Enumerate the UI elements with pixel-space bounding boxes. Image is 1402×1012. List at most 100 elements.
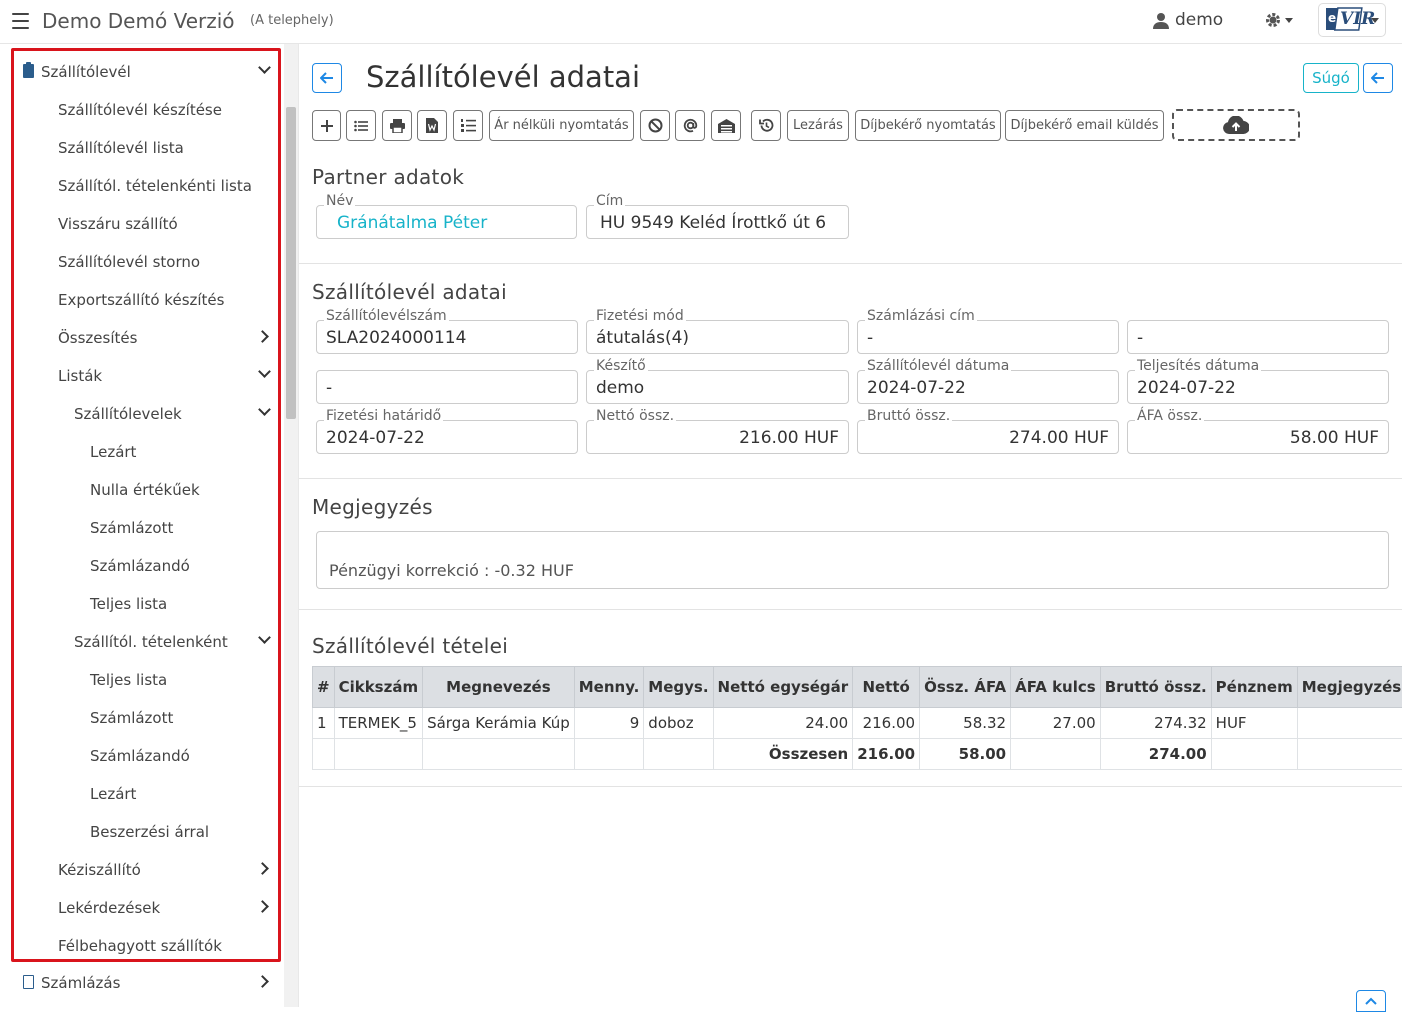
column-header[interactable]: Bruttó össz.: [1100, 667, 1211, 708]
table-cell: doboz: [644, 708, 713, 739]
table-cell: HUF: [1211, 708, 1297, 739]
plus-icon: [321, 120, 333, 132]
partner-address-field[interactable]: Cím HU 9549 Keléd Írottkő út 6: [586, 205, 849, 239]
numbered-list-icon: [461, 119, 476, 132]
gross-total-field[interactable]: Bruttó össz. 274.00 HUF: [857, 420, 1119, 454]
column-header[interactable]: Nettó: [853, 667, 920, 708]
back-button[interactable]: [312, 63, 342, 93]
column-header[interactable]: Pénznem: [1211, 667, 1297, 708]
totals-cell: [574, 739, 644, 770]
extra-field-1[interactable]: -: [1127, 320, 1389, 354]
totals-cell: [1297, 739, 1402, 770]
totals-cell: [644, 739, 713, 770]
note-text: Pénzügyi korrekció : -0.32 HUF: [329, 561, 574, 580]
field-label: Fizetési határidő: [324, 408, 443, 424]
company-logo-menu[interactable]: e VIR: [1318, 3, 1386, 37]
print-button[interactable]: [382, 110, 412, 141]
column-header[interactable]: Menny.: [574, 667, 644, 708]
column-header[interactable]: Megys.: [644, 667, 713, 708]
delivery-date-field[interactable]: Szállítólevél dátuma 2024-07-22: [857, 370, 1119, 404]
sidebar-scrollbar[interactable]: [284, 44, 298, 1007]
fee-request-email-button[interactable]: Díjbekérő email küldés: [1005, 110, 1164, 141]
partner-name-link[interactable]: Gránátalma Péter: [337, 213, 487, 233]
table-cell: 24.00: [713, 708, 853, 739]
file-upload-dropzone[interactable]: [1172, 109, 1300, 141]
column-header[interactable]: ÁFA kulcs: [1011, 667, 1101, 708]
fulfilment-date-field[interactable]: Teljesítés dátuma 2024-07-22: [1127, 370, 1389, 404]
history-button[interactable]: [751, 110, 781, 141]
column-header[interactable]: Cikkszám: [334, 667, 423, 708]
field-value: átutalás(4): [596, 328, 689, 348]
column-header[interactable]: Megjegyzés: [1297, 667, 1402, 708]
field-label: Fizetési mód: [594, 308, 686, 324]
divider: [299, 786, 1402, 787]
back-button-right[interactable]: [1363, 63, 1393, 93]
user-menu[interactable]: demo: [1153, 10, 1223, 30]
table-cell: 9: [574, 708, 644, 739]
chevron-right-icon: [256, 975, 269, 988]
net-total-field[interactable]: Nettó össz. 216.00 HUF: [586, 420, 849, 454]
table-cell: TERMEK_5: [334, 708, 423, 739]
totals-row: Összesen216.0058.00274.00: [313, 739, 1402, 770]
vat-total-field[interactable]: ÁFA össz. 58.00 HUF: [1127, 420, 1389, 454]
warehouse-button[interactable]: [711, 110, 741, 141]
at-sign-icon: [683, 118, 698, 133]
totals-cell: [423, 739, 575, 770]
payment-due-field[interactable]: Fizetési határidő 2024-07-22: [316, 420, 578, 454]
numbered-list-button[interactable]: [453, 110, 483, 141]
field-value: -: [867, 328, 873, 348]
fee-request-print-button[interactable]: Díjbekérő nyomtatás: [855, 110, 1001, 141]
field-value: HU 9549 Keléd Írottkő út 6: [600, 213, 826, 233]
column-header[interactable]: Megnevezés: [423, 667, 575, 708]
close-document-button[interactable]: Lezárás: [787, 110, 849, 141]
gear-icon: [1264, 11, 1282, 29]
note-box[interactable]: Pénzügyi korrekció : -0.32 HUF: [316, 531, 1389, 589]
items-table: #CikkszámMegnevezésMenny.Megys.Nettó egy…: [312, 666, 1402, 770]
ban-icon: [648, 118, 663, 133]
table-cell: 1: [313, 708, 335, 739]
field-label: Számlázási cím: [865, 308, 977, 324]
field-label: ÁFA össz.: [1135, 408, 1204, 424]
field-value: -: [326, 378, 332, 398]
items-section-title: Szállítólevél tételei: [312, 634, 508, 658]
word-export-button[interactable]: [417, 110, 447, 141]
hamburger-menu-icon[interactable]: [12, 13, 29, 29]
creator-field[interactable]: Készítő demo: [586, 370, 849, 404]
scrollbar-thumb[interactable]: [286, 107, 296, 419]
totals-cell: 58.00: [920, 739, 1011, 770]
column-header[interactable]: Nettó egységár: [713, 667, 853, 708]
partner-name-field[interactable]: Név Gránátalma Péter: [316, 205, 577, 239]
field-label: Nettó össz.: [594, 408, 676, 424]
evir-logo: e VIR: [1325, 7, 1365, 33]
note-section-title: Megjegyzés: [312, 495, 433, 519]
totals-cell: 216.00: [853, 739, 920, 770]
column-header[interactable]: #: [313, 667, 335, 708]
totals-cell: [1211, 739, 1297, 770]
billing-address-field[interactable]: Számlázási cím -: [857, 320, 1119, 354]
extra-field-2[interactable]: -: [316, 370, 578, 404]
print-without-price-button[interactable]: Ár nélküli nyomtatás: [489, 110, 634, 141]
delivery-section-title: Szállítólevél adatai: [312, 280, 507, 304]
field-label: Készítő: [594, 358, 648, 374]
delivery-number-field[interactable]: Szállítólevélszám SLA2024000114: [316, 320, 578, 354]
email-button[interactable]: [675, 110, 705, 141]
word-file-icon: [426, 118, 438, 133]
table-cell: 274.32: [1100, 708, 1211, 739]
list-icon: [354, 120, 368, 132]
table-row[interactable]: 1TERMEK_5Sárga Kerámia Kúp9doboz24.00216…: [313, 708, 1402, 739]
sidebar-item-label: Számlázás: [41, 974, 120, 992]
cancel-button[interactable]: [640, 110, 670, 141]
user-name: demo: [1175, 10, 1223, 30]
highlight-frame: [11, 48, 281, 962]
add-button[interactable]: [312, 110, 341, 141]
scroll-to-top-button[interactable]: [1356, 990, 1386, 1012]
chevron-up-icon: [1365, 997, 1377, 1005]
theme-menu[interactable]: [1264, 11, 1293, 29]
help-button[interactable]: Súgó: [1303, 63, 1359, 93]
sidebar-item[interactable]: Számlázás: [0, 963, 280, 1001]
payment-method-field[interactable]: Fizetési mód átutalás(4): [586, 320, 849, 354]
document-icon: [23, 975, 34, 989]
column-header[interactable]: Össz. ÁFA: [920, 667, 1011, 708]
field-value: 2024-07-22: [867, 378, 966, 398]
list-button[interactable]: [346, 110, 376, 141]
